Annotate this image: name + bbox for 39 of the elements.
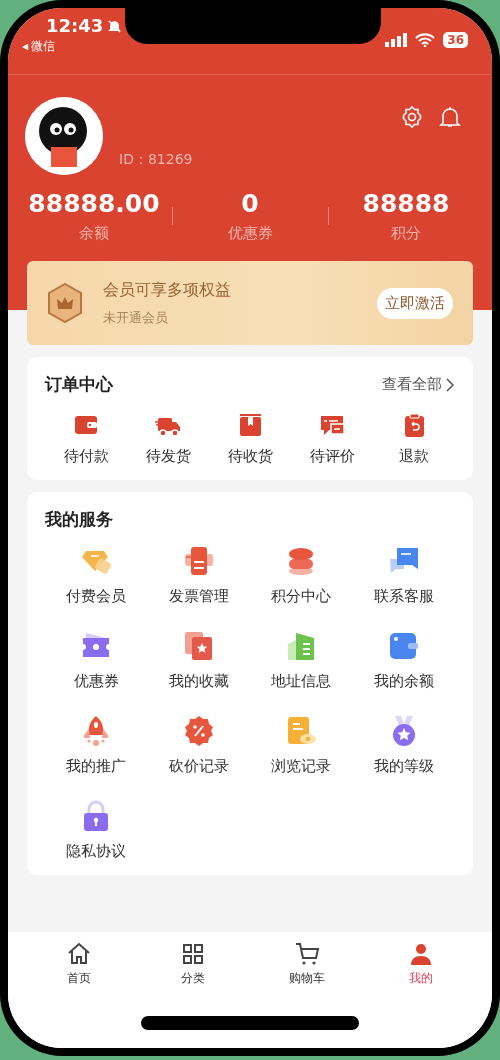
service-item[interactable]: 联系客服 [352, 545, 455, 606]
stat-value[interactable]: 88888 [362, 189, 450, 218]
user-id: ID：81269 [119, 151, 193, 169]
membership-title: 会员可享多项权益 [103, 279, 232, 301]
membership-status: 未开通会员 [103, 308, 169, 327]
service-item[interactable]: 隐私协议 [45, 800, 148, 861]
clock-time: 12:43 [46, 15, 104, 36]
service-item[interactable]: 浏览记录 [250, 715, 353, 776]
order-status-button[interactable]: 待评价 [291, 412, 373, 466]
service-item[interactable]: 我的推广 [45, 715, 148, 776]
order-status-button[interactable]: 待收货 [209, 412, 291, 466]
stat-value[interactable]: 88888.00 [28, 189, 160, 218]
service-item[interactable]: 付费会员 [45, 545, 148, 606]
service-item[interactable]: 我的等级 [352, 715, 455, 776]
service-item[interactable]: 我的收藏 [147, 630, 250, 691]
order-status-button[interactable]: 待付款 [45, 412, 127, 466]
tab-bar-item[interactable]: 购物车 [250, 940, 364, 987]
service-item[interactable]: 积分中心 [250, 545, 353, 606]
view-all-link[interactable]: 查看全部 [382, 375, 442, 394]
stat-value[interactable]: 0 [241, 189, 259, 218]
tab-bar-item[interactable]: 首页 [22, 940, 136, 987]
service-item[interactable]: 优惠券 [45, 630, 148, 691]
order-status-button[interactable]: 退款 [373, 412, 455, 466]
battery-level: 36 [443, 32, 468, 48]
tab-bar-item[interactable]: 我的 [364, 940, 478, 987]
service-item[interactable]: 地址信息 [250, 630, 353, 691]
stat-label: 优惠券 [227, 224, 273, 243]
service-item[interactable]: 我的余额 [352, 630, 455, 691]
stat-label: 积分 [391, 224, 421, 243]
order-status-button[interactable]: 待发货 [127, 412, 209, 466]
stat-label: 余额 [79, 224, 109, 243]
section-title: 我的服务 [45, 509, 113, 529]
activate-button[interactable]: 立即激活 [377, 287, 453, 319]
back-arrow[interactable]: ◀ [22, 42, 29, 51]
tab-bar-item[interactable]: 分类 [136, 940, 250, 987]
section-title: 订单中心 [45, 373, 113, 396]
service-item[interactable]: 砍价记录 [147, 715, 250, 776]
back-app-label[interactable]: 微信 [31, 38, 56, 55]
service-item[interactable]: 发票管理 [147, 545, 250, 606]
